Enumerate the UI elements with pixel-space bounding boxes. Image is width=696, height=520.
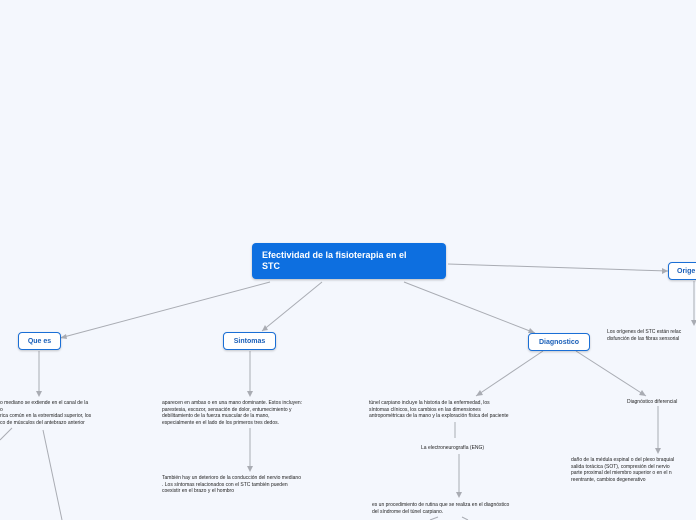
- diagnostico-p1-line-3: antropométricas de la mano y la explorac…: [369, 413, 509, 419]
- diagnostico-p2-line-2: del síndrome del túnel carpiano.: [372, 508, 444, 515]
- origenes-description[interactable]: Los orígenes del STC están relac disfunc…: [607, 329, 681, 342]
- diagnostico-p3-line-3: parte proximal del miembro superior o en…: [571, 470, 672, 476]
- diagnostico-eng-label: La electroneurografía (ENG): [421, 445, 485, 451]
- diagnostico-p1-line-1: túnel carpiano incluye la historia de la…: [369, 400, 490, 406]
- topic-que-es-label: Que es: [27, 338, 52, 345]
- connector-root-sintomas: [261, 281, 323, 332]
- que-es-line-4: co de músculos del antebrazo anterior: [0, 419, 85, 426]
- mind-map-canvas[interactable]: Efectividad de la fisioterapia en el STC…: [0, 0, 696, 520]
- que-es-line-3: rica común en la extremidad superior, lo…: [0, 413, 92, 419]
- origenes-line-2: disfunción de las fibras sensorial: [607, 335, 680, 342]
- sintomas-p2-line-3: coexistir en el brazo y el hombro: [162, 488, 234, 494]
- topic-diagnostico[interactable]: Diagnostico: [528, 333, 590, 351]
- connector-que-es-down: [42, 429, 63, 520]
- diagnostico-p3-line-4: reentrante, cambios degenerativo: [571, 476, 646, 483]
- diagnostico-description-1[interactable]: túnel carpiano incluye la historia de la…: [369, 400, 509, 420]
- central-topic[interactable]: Efectividad de la fisioterapia en el STC: [252, 243, 446, 279]
- sintomas-p2-line-1: También hay un deterioro de la conducció…: [162, 475, 301, 481]
- topic-origenes[interactable]: Orige: [668, 262, 696, 280]
- topic-origenes-label: Orige: [677, 268, 696, 275]
- diagnostico-description-2[interactable]: es un procedimiento de rutina que se rea…: [372, 502, 509, 515]
- central-topic-line-1: Efectividad de la fisioterapia en el: [262, 250, 407, 260]
- diagnostico-eng[interactable]: La electroneurografía (ENG): [421, 445, 484, 452]
- sintomas-p1-line-4: especialmente en el lado de los primeros…: [162, 419, 280, 426]
- connector-que-es-left: [0, 427, 13, 441]
- diagnostico-description-3[interactable]: daño de la médula espinal o del plexo br…: [571, 457, 674, 483]
- topic-sintomas-label: Sintomas: [233, 338, 266, 345]
- connector-root-origenes: [447, 263, 669, 272]
- sintomas-p1-line-1: aparecen en ambas o en una mano dominant…: [162, 400, 303, 406]
- topic-sintomas[interactable]: Sintomas: [223, 332, 276, 350]
- diagnostico-diferencial-label: Diagnóstico diferencial: [627, 399, 678, 405]
- topic-que-es[interactable]: Que es: [18, 332, 61, 350]
- origenes-line-1: Los orígenes del STC están relac: [607, 329, 682, 335]
- central-topic-line-2: STC: [262, 261, 280, 271]
- topic-diagnostico-label: Diagnostico: [538, 339, 580, 346]
- connector-root-que-es: [59, 281, 271, 339]
- connector-diag-diferencial: [575, 350, 647, 397]
- connector-diag-p1: [475, 350, 544, 397]
- diagnostico-p3-line-1: daño de la médula espinal o del plexo br…: [571, 457, 675, 463]
- diagnostico-diferencial[interactable]: Diagnóstico diferencial: [627, 399, 677, 406]
- que-es-line-1: o mediano se extiende en el canal de la: [0, 400, 89, 406]
- sintomas-description-1[interactable]: aparecen en ambas o en una mano dominant…: [162, 400, 302, 426]
- que-es-description[interactable]: o mediano se extiende en el canal de la …: [0, 400, 91, 426]
- sintomas-description-2[interactable]: También hay un deterioro de la conducció…: [162, 475, 301, 495]
- connector-root-diagnostico: [403, 281, 536, 334]
- diagnostico-p2-line-1: es un procedimiento de rutina que se rea…: [372, 502, 510, 508]
